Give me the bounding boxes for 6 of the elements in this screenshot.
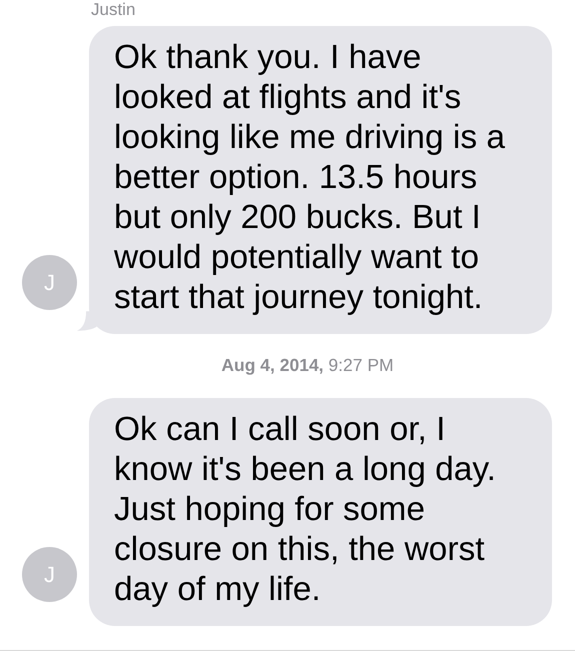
sender-name: Justin [91, 0, 136, 20]
timestamp: Aug 4, 2014, 9:27 PM [221, 355, 394, 375]
avatar[interactable]: J [22, 547, 77, 602]
message-bubble: Ok can I call soon or, I know it's been a long day. Just hoping for some closure on this, the worst day of my life. [89, 398, 552, 626]
avatar[interactable]: J [22, 255, 77, 310]
message-bubble: Ok thank you. I have looked at flights and it's looking like me driving is a better option. 13.5 hours but only 200 bucks. But I would potentially want to start that journey tonight. [89, 26, 552, 334]
